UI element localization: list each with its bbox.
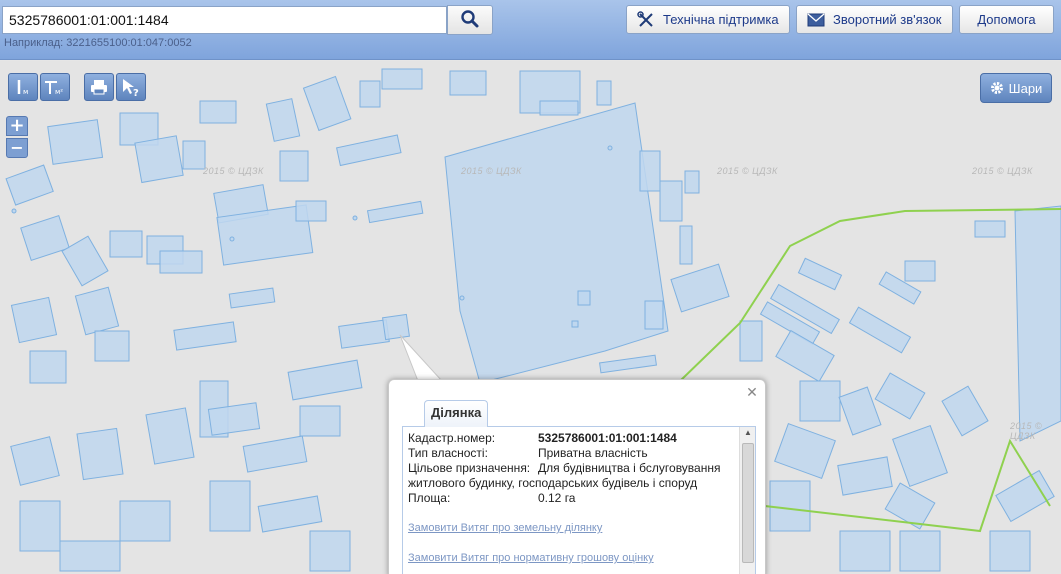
help-button[interactable]: Допомога <box>959 5 1054 34</box>
field-label: Кадастр.номер: <box>408 431 496 445</box>
parcel-info-popup: ✕ Кадастр.номер: 5325786001:01:001:1484 … <box>388 379 766 574</box>
tech-support-button[interactable]: Технічна підтримка <box>626 5 790 34</box>
watermark: 2015 © ЦДЗК <box>972 166 1033 176</box>
watermark: 2015 © ЦДЗК <box>203 166 264 176</box>
identify-button[interactable]: ? <box>116 73 146 101</box>
help-label: Допомога <box>977 12 1036 27</box>
print-info-tools: ? <box>84 73 146 101</box>
tools-icon <box>637 10 653 27</box>
field-cadastral-number: Кадастр.номер: 5325786001:01:001:1484 <box>408 431 738 446</box>
field-value: Для будівництва і бслуговування житловог… <box>408 461 721 490</box>
watermark: 2015 © ЦДЗК <box>1010 421 1043 441</box>
feedback-label: Зворотний зв'язок <box>833 12 942 27</box>
close-icon[interactable]: ✕ <box>745 386 759 400</box>
svg-text:м: м <box>23 88 28 96</box>
gear-icon <box>990 82 1003 94</box>
zoom-out-button[interactable]: − <box>6 138 28 158</box>
scroll-up-icon[interactable]: ▲ <box>742 428 754 440</box>
tab-parcel[interactable]: Ділянка <box>424 400 489 427</box>
field-purpose: Цільове призначення: Для будівництва і б… <box>408 461 738 491</box>
measure-distance-button[interactable]: м <box>8 73 38 101</box>
layers-label: Шари <box>1008 80 1043 96</box>
envelope-icon <box>807 13 825 26</box>
search-icon <box>461 9 479 27</box>
layers-button[interactable]: Шари <box>980 73 1052 103</box>
parcel-large[interactable] <box>444 102 669 384</box>
field-value: 0.12 га <box>538 491 576 505</box>
tech-support-label: Технічна підтримка <box>663 12 779 27</box>
measure-area-button[interactable]: м² <box>40 73 70 101</box>
field-label: Тип власності: <box>408 446 488 460</box>
field-value: Приватна власність <box>538 446 648 460</box>
ruler-icon: м <box>17 80 28 96</box>
measure-tools: м м² <box>8 73 70 101</box>
svg-text:?: ? <box>133 88 139 97</box>
svg-text:м²: м² <box>55 88 63 96</box>
field-label: Площа: <box>408 491 451 505</box>
field-value: 5325786001:01:001:1484 <box>538 431 677 445</box>
field-area: Площа: 0.12 га <box>408 491 738 506</box>
cadastral-map[interactable]: 2015 © ЦДЗК 2015 © ЦДЗК 2015 © ЦДЗК 2015… <box>0 61 1061 574</box>
top-header: Наприклад: 3221655100:01:047:0052 Техніч… <box>0 0 1061 60</box>
watermark: 2015 © ЦДЗК <box>717 166 778 176</box>
popup-pointer <box>399 334 444 383</box>
print-button[interactable] <box>84 73 114 101</box>
area-icon: м² <box>45 81 63 96</box>
cursor-question-icon: ? <box>123 79 139 97</box>
order-parcel-extract-link[interactable]: Замовити Витяг про земельну ділянку <box>408 521 738 536</box>
parcel[interactable] <box>1014 205 1061 442</box>
watermark: 2015 © ЦДЗК <box>461 166 522 176</box>
feedback-button[interactable]: Зворотний зв'язок <box>796 5 953 34</box>
printer-icon <box>91 80 107 95</box>
popup-body: Кадастр.номер: 5325786001:01:001:1484 Ти… <box>402 426 756 574</box>
zoom-in-button[interactable]: + <box>6 116 28 136</box>
search-input[interactable] <box>2 6 447 34</box>
search-hint: Наприклад: 3221655100:01:047:0052 <box>4 37 192 49</box>
order-valuation-extract-link[interactable]: Замовити Витяг про нормативну грошову оц… <box>408 551 738 566</box>
popup-scrollbar[interactable]: ▲ <box>739 427 755 574</box>
search-button[interactable] <box>447 5 493 35</box>
popup-content: Кадастр.номер: 5325786001:01:001:1484 Ти… <box>408 431 738 566</box>
scroll-thumb[interactable] <box>742 443 754 563</box>
field-ownership-type: Тип власності: Приватна власність <box>408 446 738 461</box>
